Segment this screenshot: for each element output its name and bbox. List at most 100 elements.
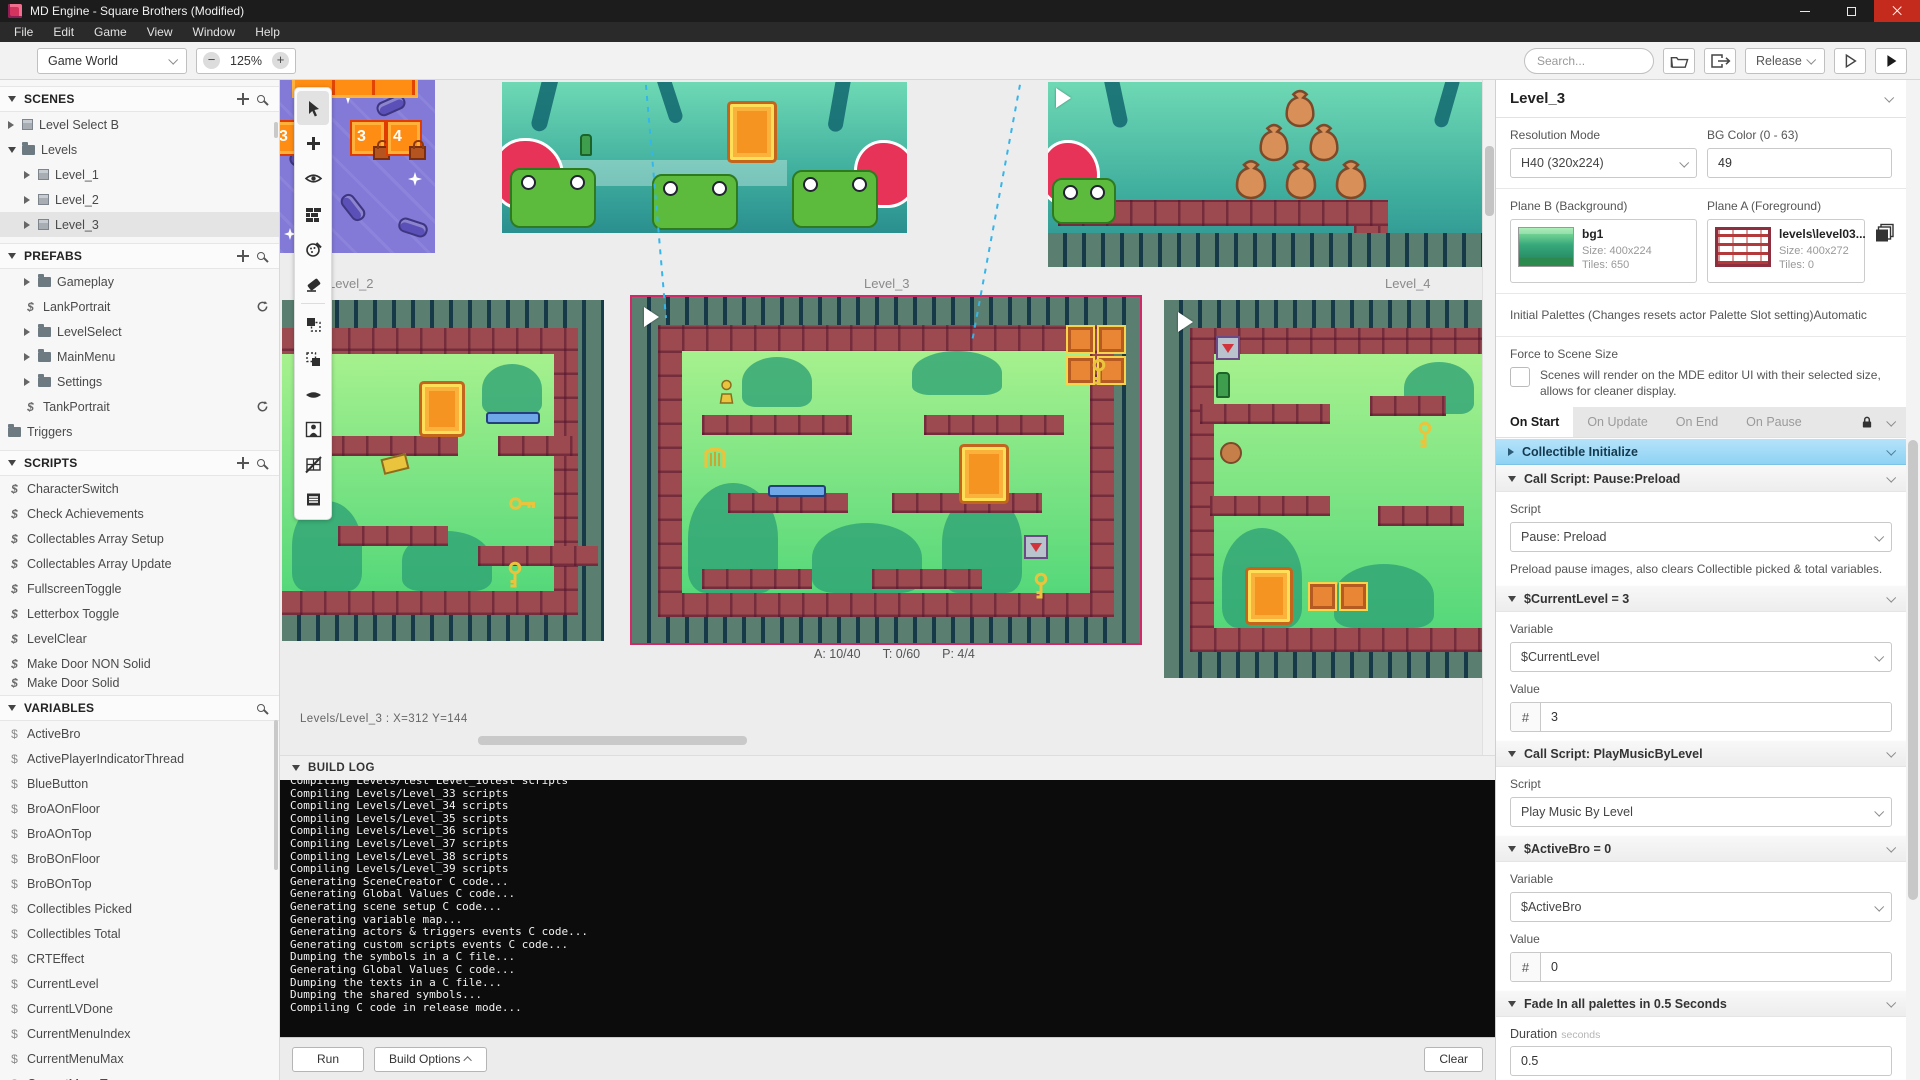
sidebar-item[interactable]: $ CurrentMenuMax <box>0 1046 279 1071</box>
sidebar-item[interactable]: $ CurrentMenuIndex <box>0 1021 279 1046</box>
build-log-header[interactable]: BUILD LOG <box>280 755 1495 780</box>
event-fade-in[interactable]: Fade In all palettes in 0.5 Seconds <box>1496 990 1906 1017</box>
scene-fragment-top-right[interactable] <box>1048 82 1483 267</box>
scene-fragment-top-middle[interactable] <box>502 82 907 233</box>
expander-icon[interactable] <box>24 328 32 336</box>
sidebar-item[interactable]: $ BroBOnTop <box>0 871 279 896</box>
menu-item[interactable]: Help <box>245 22 290 42</box>
sidebar-item[interactable]: $ LankPortrait <box>0 294 279 319</box>
layers-icon[interactable] <box>1875 223 1895 243</box>
add-tool[interactable] <box>297 126 329 160</box>
inspector-header[interactable]: Level_3 <box>1496 80 1906 118</box>
list-view-tool[interactable] <box>297 482 329 516</box>
currentlevel-variable-select[interactable]: $CurrentLevel <box>1510 642 1892 672</box>
actor-tool[interactable] <box>297 412 329 446</box>
build-options-button[interactable]: Build Options <box>374 1047 487 1072</box>
bg-color-input[interactable] <box>1707 148 1892 178</box>
zoom-in-button[interactable]: + <box>272 52 289 69</box>
copy-selection-tool[interactable] <box>297 307 329 341</box>
activebro-value-input[interactable] <box>1541 953 1891 981</box>
clear-log-button[interactable]: Clear <box>1424 1047 1483 1072</box>
menu-item[interactable]: View <box>137 22 183 42</box>
plane-a-card[interactable]: levels\level03... Size: 400x272 Tiles: 0 <box>1707 219 1865 283</box>
expander-icon[interactable] <box>24 221 32 229</box>
sidebar-item[interactable]: $ BroAOnFloor <box>0 796 279 821</box>
expander-icon[interactable] <box>24 378 32 386</box>
export-button[interactable] <box>1704 48 1736 74</box>
search-icon[interactable] <box>257 704 265 712</box>
resolution-select[interactable]: H40 (320x224) <box>1510 148 1697 178</box>
sidebar-item[interactable]: $ Make Door NON Solid <box>0 651 279 676</box>
number-type-button[interactable]: # <box>1511 953 1541 981</box>
expander-icon[interactable] <box>24 278 32 286</box>
lock-icon[interactable] <box>1861 415 1873 429</box>
script-tab[interactable]: On Start <box>1496 407 1573 437</box>
eraser-tool[interactable] <box>297 266 329 300</box>
visibility-tool[interactable] <box>297 161 329 195</box>
sidebar-item[interactable]: $ CRTEffect <box>0 946 279 971</box>
maximize-button[interactable] <box>1828 0 1874 22</box>
script-tab[interactable]: On Update <box>1573 407 1661 437</box>
sidebar-item[interactable]: $ BlueButton <box>0 771 279 796</box>
tile-brush-tool[interactable] <box>297 196 329 230</box>
sidebar-item[interactable]: $ CurrentLevel <box>0 971 279 996</box>
zoom-out-button[interactable]: − <box>203 52 220 69</box>
hide-layer-tool[interactable] <box>297 377 329 411</box>
duration-input[interactable] <box>1510 1046 1892 1076</box>
sidebar-section-header[interactable]: PREFABS <box>0 243 279 269</box>
sidebar-item[interactable]: $ BroAOnTop <box>0 821 279 846</box>
close-button[interactable] <box>1874 0 1920 22</box>
scene-level-4[interactable] <box>1164 300 1483 678</box>
event-collectible-initialize[interactable]: Collectible Initialize <box>1496 438 1906 465</box>
open-project-button[interactable] <box>1663 48 1695 74</box>
menu-item[interactable]: Window <box>183 22 246 42</box>
search-icon[interactable] <box>257 95 265 103</box>
game-world-canvas[interactable]: 3 3 4 <box>280 80 1495 755</box>
sidebar-item[interactable]: LevelSelect <box>0 319 279 344</box>
paste-selection-tool[interactable] <box>297 342 329 376</box>
sidebar-item[interactable]: $ FullscreenToggle <box>0 576 279 601</box>
number-type-button[interactable]: # <box>1511 703 1541 731</box>
sidebar-item[interactable]: $ Collectables Array Update <box>0 551 279 576</box>
add-icon[interactable] <box>237 457 249 469</box>
run-button[interactable]: Run <box>292 1047 364 1072</box>
sidebar-item[interactable]: MainMenu <box>0 344 279 369</box>
search-icon[interactable] <box>257 459 265 467</box>
sidebar-item[interactable]: Level Select B <box>0 112 279 137</box>
menu-item[interactable]: Game <box>84 22 137 42</box>
pause-script-select[interactable]: Pause: Preload <box>1510 522 1892 552</box>
scene-level-3-selected[interactable] <box>632 297 1140 643</box>
sidebar-item[interactable]: $ Check Achievements <box>0 501 279 526</box>
sidebar-item[interactable]: Gameplay <box>0 269 279 294</box>
sidebar-item[interactable]: $ Make Door Solid <box>0 676 279 689</box>
inspector-scrollbar-thumb[interactable] <box>1908 440 1918 900</box>
sidebar-item[interactable]: Settings <box>0 369 279 394</box>
play-run-button[interactable] <box>1875 48 1907 74</box>
search-icon[interactable] <box>257 252 265 260</box>
inspector-scrollbar[interactable] <box>1906 80 1920 1080</box>
currentlevel-value-input[interactable] <box>1541 703 1891 731</box>
minimize-button[interactable] <box>1782 0 1828 22</box>
sidebar-item[interactable]: $ Collectables Array Setup <box>0 526 279 551</box>
horizontal-scrollbar-thumb[interactable] <box>478 736 747 745</box>
sidebar-item[interactable]: $ Collectibles Picked <box>0 896 279 921</box>
build-mode-select[interactable]: Release <box>1745 48 1825 74</box>
event-set-currentlevel[interactable]: $CurrentLevel = 3 <box>1496 585 1906 612</box>
sidebar-item[interactable]: Level_3 <box>0 212 279 237</box>
sidebar-item[interactable]: $ TankPortrait <box>0 394 279 419</box>
sidebar-item[interactable]: $ Collectibles Total <box>0 921 279 946</box>
search-input[interactable] <box>1524 48 1654 74</box>
sidebar-item[interactable]: Level_1 <box>0 162 279 187</box>
sidebar-item[interactable]: Triggers <box>0 419 279 444</box>
sidebar-section-header[interactable]: SCRIPTS <box>0 450 279 476</box>
event-call-script-pause[interactable]: Call Script: Pause:Preload <box>1496 465 1906 492</box>
expander-icon[interactable] <box>24 196 32 204</box>
select-tool[interactable] <box>297 91 329 125</box>
palettes-section[interactable]: Initial Palettes (Changes resets actor P… <box>1496 294 1906 337</box>
event-set-activebro[interactable]: $ActiveBro = 0 <box>1496 835 1906 862</box>
menu-item[interactable]: Edit <box>43 22 84 42</box>
vertical-scrollbar[interactable] <box>1482 80 1495 755</box>
script-tab[interactable]: On End <box>1662 407 1732 437</box>
event-call-script-playmusic[interactable]: Call Script: PlayMusicByLevel <box>1496 740 1906 767</box>
expander-icon[interactable] <box>8 147 16 153</box>
